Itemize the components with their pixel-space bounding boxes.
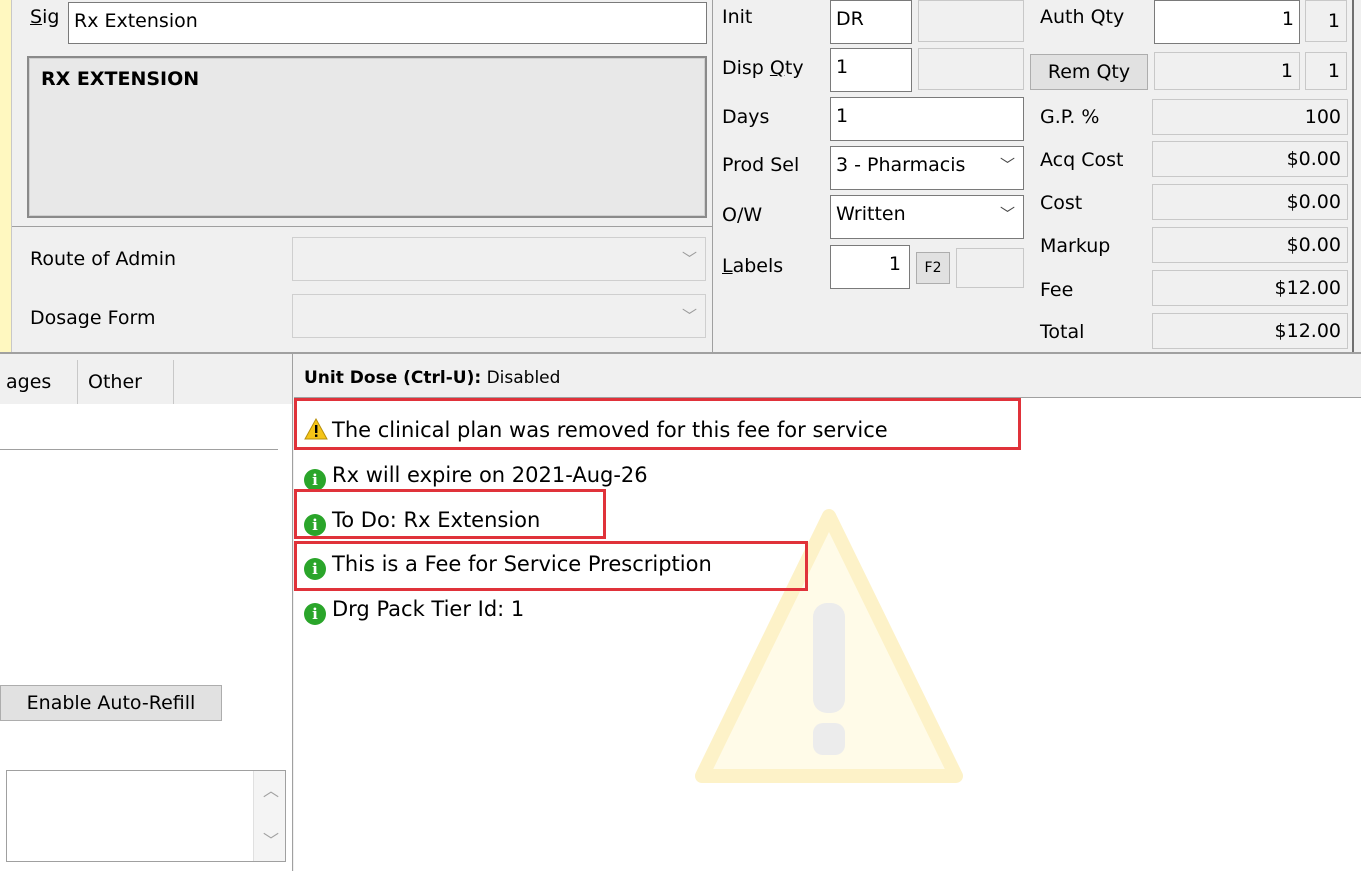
- total-label: Total: [1040, 321, 1085, 343]
- gp-pct-value: 100: [1152, 99, 1348, 135]
- acq-cost-label: Acq Cost: [1040, 149, 1124, 171]
- markup-label: Markup: [1040, 235, 1111, 257]
- cost-label: Cost: [1040, 192, 1083, 214]
- init-label: Init: [722, 6, 753, 28]
- scroll-down-icon[interactable]: ﹀: [263, 827, 279, 851]
- ow-label: O/W: [722, 204, 763, 226]
- labels-extra: [956, 248, 1024, 288]
- tab-other-label: Other: [88, 371, 142, 393]
- rem-qty-value2: 1: [1305, 52, 1347, 90]
- highlight-box-todo: [294, 489, 606, 539]
- route-of-admin-label: Route of Admin: [30, 248, 177, 270]
- enable-auto-refill-button[interactable]: Enable Auto-Refill: [0, 685, 222, 721]
- disp-qty-input[interactable]: 1: [830, 48, 912, 92]
- acq-cost-value: $0.00: [1152, 141, 1348, 177]
- tab-images-label: ages: [6, 371, 52, 393]
- days-input[interactable]: 1: [830, 97, 1024, 141]
- days-label: Days: [722, 106, 770, 128]
- total-value: $12.00: [1152, 313, 1348, 349]
- panel-separator: [712, 0, 713, 352]
- disp-qty-label: Disp Qty: [722, 57, 804, 79]
- init-extra: [918, 0, 1024, 42]
- bottom-panel-separator: [292, 354, 293, 871]
- info-icon: i: [304, 469, 326, 491]
- f2-button[interactable]: F2: [916, 252, 950, 284]
- highlight-box-fee-for-service: [294, 541, 808, 591]
- tab-images[interactable]: ages: [0, 360, 78, 404]
- message-drg-pack-tier: i Drg Pack Tier Id: 1: [304, 597, 524, 625]
- message-text: Drg Pack Tier Id: 1: [332, 597, 525, 621]
- dosage-form-select[interactable]: ﹀: [292, 294, 706, 338]
- dosage-form-label: Dosage Form: [30, 307, 156, 329]
- cost-value: $0.00: [1152, 184, 1348, 220]
- top-bottom-separator: [0, 352, 1361, 354]
- info-icon: i: [304, 603, 326, 625]
- unit-dose-label: Unit Dose (Ctrl-U):: [304, 368, 482, 388]
- fee-value: $12.00: [1152, 270, 1348, 306]
- left-content-divider: [0, 449, 278, 450]
- tab-other[interactable]: Other: [78, 360, 174, 404]
- labels-input[interactable]: 1: [830, 245, 910, 289]
- prod-sel-value: 3 - Pharmacis: [836, 154, 966, 176]
- rem-qty-button[interactable]: Rem Qty: [1030, 54, 1148, 90]
- prod-sel-select[interactable]: 3 - Pharmacis ﹀: [830, 146, 1024, 190]
- init-input[interactable]: DR: [830, 0, 912, 44]
- auth-qty-label: Auth Qty: [1040, 6, 1125, 28]
- sig-text-area[interactable]: RX EXTENSION: [27, 56, 707, 218]
- sig-label: Sig: [30, 6, 60, 28]
- auth-qty-value2: 1: [1305, 0, 1347, 42]
- route-of-admin-select[interactable]: ﹀: [292, 237, 706, 281]
- labels-label: Labels: [722, 255, 784, 277]
- gp-pct-label: G.P. %: [1040, 106, 1100, 128]
- messages-panel: The clinical plan was removed for this f…: [294, 397, 1361, 871]
- fee-label: Fee: [1040, 279, 1074, 301]
- ow-select[interactable]: Written ﹀: [830, 195, 1024, 239]
- sig-input[interactable]: Rx Extension: [68, 2, 707, 44]
- unit-dose-status: Unit Dose (Ctrl-U): Disabled: [304, 368, 560, 388]
- markup-value: $0.00: [1152, 227, 1348, 263]
- chevron-down-icon: ﹀: [999, 205, 1015, 223]
- chevron-down-icon: ﹀: [681, 250, 697, 268]
- prod-sel-label: Prod Sel: [722, 154, 800, 176]
- ow-value: Written: [836, 203, 906, 225]
- divider: [12, 226, 712, 227]
- rem-qty-value: 1: [1154, 52, 1300, 90]
- auth-qty-input[interactable]: 1: [1154, 0, 1300, 44]
- notes-textarea[interactable]: ︿ ﹀: [6, 770, 286, 862]
- chevron-down-icon: ﹀: [999, 156, 1015, 174]
- unit-dose-value: Disabled: [486, 368, 561, 388]
- scroll-up-icon[interactable]: ︿: [263, 777, 279, 801]
- notes-scrollbar[interactable]: ︿ ﹀: [253, 771, 285, 861]
- highlight-box-clinical-plan: [294, 398, 1021, 450]
- disp-qty-extra: [918, 48, 1024, 90]
- right-panel-border: [1352, 0, 1354, 352]
- chevron-down-icon: ﹀: [681, 307, 697, 325]
- message-text: Rx will expire on 2021-Aug-26: [332, 463, 648, 487]
- sig-text: RX EXTENSION: [41, 68, 200, 90]
- message-rx-expire: i Rx will expire on 2021-Aug-26: [304, 463, 648, 491]
- left-accent-strip: [0, 0, 12, 352]
